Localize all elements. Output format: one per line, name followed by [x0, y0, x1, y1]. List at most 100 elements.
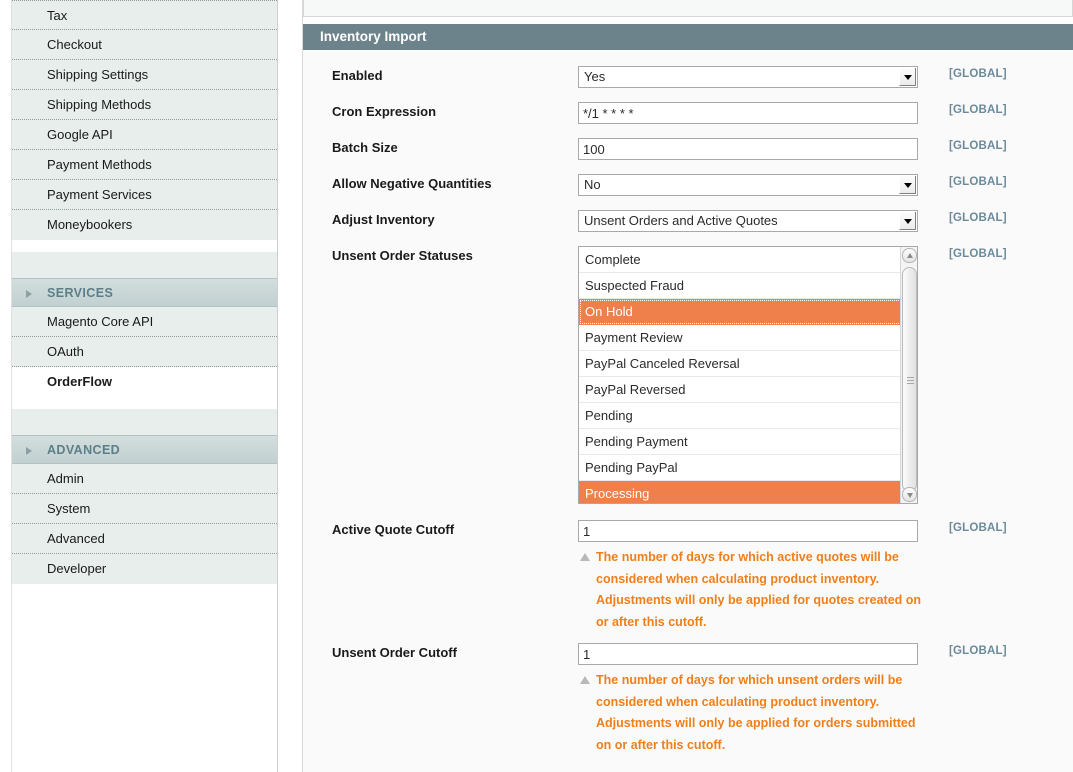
label-active-quote-cutoff: Active Quote Cutoff	[332, 520, 568, 540]
sidebar-item-oauth[interactable]: OAuth	[12, 337, 277, 367]
sidebar-item-label: Google API	[47, 127, 113, 142]
sidebar-item-checkout[interactable]: Checkout	[12, 30, 277, 60]
sidebar-item-label: Advanced	[47, 531, 105, 546]
multiselect-option[interactable]: On Hold	[579, 299, 902, 325]
sidebar-item-label: System	[47, 501, 90, 516]
select-adjust-inventory-value: Unsent Orders and Active Quotes	[584, 213, 778, 228]
sidebar-section-services[interactable]: SERVICES	[12, 278, 277, 307]
multiselect-scrollbar[interactable]	[900, 247, 917, 503]
inventory-import-fieldset: Enabled Yes [GLOBAL] Cron Expression [GL…	[303, 50, 1073, 772]
multiselect-option[interactable]: Pending	[579, 403, 902, 429]
sidebar-item-advanced[interactable]: Advanced	[12, 524, 277, 554]
scroll-up-arrow-icon[interactable]	[902, 248, 917, 263]
sidebar-item-shipping-settings[interactable]: Shipping Settings	[12, 60, 277, 90]
sidebar-item-system[interactable]: System	[12, 494, 277, 524]
field-row-unsent-order-statuses: Unsent Order Statuses CompleteSuspected …	[303, 246, 1073, 520]
config-content-area: Inventory Import Enabled Yes [GLOBAL] Cr…	[303, 0, 1073, 772]
field-row-unsent-order-cutoff: Unsent Order Cutoff The number of days f…	[303, 643, 1073, 766]
field-row-enabled: Enabled Yes [GLOBAL]	[303, 66, 1073, 102]
field-row-allow-negative-quantities: Allow Negative Quantities No [GLOBAL]	[303, 174, 1073, 210]
field-row-active-quote-cutoff: Active Quote Cutoff The number of days f…	[303, 520, 1073, 643]
sidebar-section-label: SERVICES	[47, 286, 113, 300]
scope-adjust-inventory: [GLOBAL]	[949, 212, 1007, 224]
sidebar-item-magento-core-api[interactable]: Magento Core API	[12, 307, 277, 337]
field-row-cron-expression: Cron Expression [GLOBAL]	[303, 102, 1073, 138]
sidebar-item-google-api[interactable]: Google API	[12, 120, 277, 150]
scope-enabled: [GLOBAL]	[949, 68, 1007, 80]
sidebar-spacer	[12, 397, 277, 409]
note-active-quote-cutoff: The number of days for which active quot…	[578, 547, 930, 633]
select-enabled-value: Yes	[584, 69, 605, 84]
sidebar-blank-row	[12, 409, 277, 435]
scope-allow-negative-quantities: [GLOBAL]	[949, 176, 1007, 188]
section-header-inventory-import[interactable]: Inventory Import	[303, 24, 1073, 50]
select-adjust-inventory[interactable]: Unsent Orders and Active Quotes	[578, 210, 918, 232]
magento-admin-config-page: Tax Checkout Shipping Settings Shipping Met…	[0, 0, 1073, 772]
note-active-quote-cutoff-text: The number of days for which active quot…	[596, 550, 921, 629]
sidebar-section-advanced[interactable]: ADVANCED	[12, 435, 277, 464]
sidebar-item-label: OAuth	[47, 344, 84, 359]
sidebar-item-tax[interactable]: Tax	[12, 0, 277, 30]
sidebar-item-label: Shipping Methods	[47, 97, 151, 112]
warning-triangle-icon	[580, 553, 590, 561]
field-row-batch-size: Batch Size [GLOBAL]	[303, 138, 1073, 174]
sidebar-spacer	[12, 240, 277, 252]
collapsed-section-panel[interactable]	[303, 0, 1073, 17]
sidebar-item-payment-methods[interactable]: Payment Methods	[12, 150, 277, 180]
sidebar-item-label: Developer	[47, 561, 106, 576]
sidebar-item-orderflow[interactable]: OrderFlow	[12, 367, 277, 397]
sidebar-item-label: Shipping Settings	[47, 67, 148, 82]
multiselect-option[interactable]: PayPal Canceled Reversal	[579, 351, 902, 377]
sidebar-item-label: OrderFlow	[47, 374, 112, 389]
config-sidebar-nav: Tax Checkout Shipping Settings Shipping Met…	[0, 0, 278, 772]
select-enabled[interactable]: Yes	[578, 66, 918, 88]
label-enabled: Enabled	[332, 66, 568, 86]
sidebar-section-label: ADVANCED	[47, 443, 120, 457]
multiselect-option[interactable]: Pending PayPal	[579, 455, 902, 481]
multiselect-option[interactable]: Payment Review	[579, 325, 902, 351]
select-allow-negative-quantities-value: No	[584, 177, 601, 192]
multiselect-option[interactable]: Pending Payment	[579, 429, 902, 455]
sidebar-item-admin[interactable]: Admin	[12, 464, 277, 494]
multiselect-option[interactable]: Processing	[579, 481, 902, 504]
field-row-adjust-inventory: Adjust Inventory Unsent Orders and Activ…	[303, 210, 1073, 246]
input-cron-expression[interactable]	[578, 102, 918, 124]
sidebar-item-payment-services[interactable]: Payment Services	[12, 180, 277, 210]
sidebar-item-label: Moneybookers	[47, 217, 132, 232]
input-batch-size[interactable]	[578, 138, 918, 160]
scroll-down-arrow-icon[interactable]	[902, 487, 917, 502]
sidebar-item-label: Payment Services	[47, 187, 152, 202]
label-unsent-order-statuses: Unsent Order Statuses	[332, 246, 568, 266]
sidebar-item-shipping-methods[interactable]: Shipping Methods	[12, 90, 277, 120]
chevron-down-icon	[899, 68, 916, 86]
triangle-right-icon	[26, 290, 32, 298]
multiselect-option-list: CompleteSuspected FraudOn HoldPayment Re…	[579, 247, 902, 504]
sidebar-blank-row	[12, 252, 277, 278]
multiselect-option[interactable]: Complete	[579, 247, 902, 273]
sidebar-item-label: Magento Core API	[47, 314, 153, 329]
sidebar-item-moneybookers[interactable]: Moneybookers	[12, 210, 277, 240]
multiselect-option[interactable]: PayPal Reversed	[579, 377, 902, 403]
sidebar-item-label: Tax	[47, 8, 67, 23]
input-unsent-order-cutoff[interactable]	[578, 643, 918, 665]
multiselect-option[interactable]: Suspected Fraud	[579, 273, 902, 299]
scrollbar-grip-icon	[907, 377, 914, 384]
sidebar-item-label: Admin	[47, 471, 84, 486]
select-allow-negative-quantities[interactable]: No	[578, 174, 918, 196]
label-adjust-inventory: Adjust Inventory	[332, 210, 568, 230]
scope-active-quote-cutoff: [GLOBAL]	[949, 522, 1007, 534]
scope-unsent-order-statuses: [GLOBAL]	[949, 248, 1007, 260]
label-cron-expression: Cron Expression	[332, 102, 568, 122]
scope-cron-expression: [GLOBAL]	[949, 104, 1007, 116]
sidebar-item-list: Tax Checkout Shipping Settings Shipping Met…	[12, 0, 277, 584]
note-unsent-order-cutoff-text: The number of days for which unsent orde…	[596, 673, 915, 752]
input-active-quote-cutoff[interactable]	[578, 520, 918, 542]
scrollbar-thumb[interactable]	[902, 267, 917, 492]
warning-triangle-icon	[580, 676, 590, 684]
scope-unsent-order-cutoff: [GLOBAL]	[949, 645, 1007, 657]
sidebar-item-label: Payment Methods	[47, 157, 152, 172]
label-unsent-order-cutoff: Unsent Order Cutoff	[332, 643, 568, 663]
sidebar-item-developer[interactable]: Developer	[12, 554, 277, 584]
multiselect-unsent-order-statuses[interactable]: CompleteSuspected FraudOn HoldPayment Re…	[578, 246, 918, 504]
scope-batch-size: [GLOBAL]	[949, 140, 1007, 152]
